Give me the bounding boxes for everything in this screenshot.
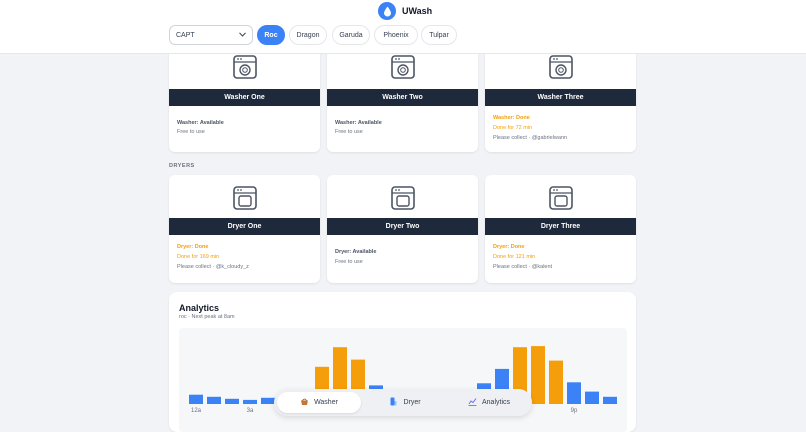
washer-icon xyxy=(169,54,320,80)
chevron-down-icon xyxy=(239,31,246,39)
usage-chart: 12a 3a 9p xyxy=(179,328,627,432)
machine-status: Dryer: Available xyxy=(335,249,377,255)
machine-status: Washer: Done xyxy=(493,115,530,121)
building-tab-dragon[interactable]: Dragon xyxy=(289,25,327,45)
building-tab-label: Roc xyxy=(264,31,278,39)
usage-bar xyxy=(531,346,545,404)
usage-bar xyxy=(567,382,581,404)
nav-analytics[interactable]: Analytics xyxy=(448,392,530,413)
building-tab-label: Dragon xyxy=(296,31,320,39)
building-tab-label: Tulpar xyxy=(429,31,449,39)
collect-note: Please collect · @k_cloudy_z xyxy=(177,264,249,270)
usage-bar xyxy=(207,396,221,404)
machine-name: Washer Three xyxy=(485,89,636,106)
usage-bar xyxy=(189,394,203,404)
building-tab-roc[interactable]: Roc xyxy=(257,25,285,45)
machine-name: Washer Two xyxy=(327,89,478,106)
dryer-icon xyxy=(327,185,478,211)
nav-dryer[interactable]: Dryer xyxy=(364,392,446,413)
dryer-icon xyxy=(389,397,398,408)
dryer-icon xyxy=(169,185,320,211)
washer-card[interactable]: Washer Three Washer: Done Done for 72 mi… xyxy=(485,40,636,152)
usage-bar xyxy=(549,360,563,404)
building-group-select[interactable]: CAPT xyxy=(169,25,253,45)
washer-card[interactable]: Washer Two Washer: Available Free to use xyxy=(327,40,478,152)
dryer-card[interactable]: Dryer Three Dryer: Done Done for 121 min… xyxy=(485,175,636,283)
bottom-nav: Washer Dryer Analytics xyxy=(274,389,532,416)
dryer-icon xyxy=(485,185,636,211)
machine-detail: Free to use xyxy=(335,259,363,265)
machine-detail: Done for 169 min xyxy=(177,254,220,260)
building-tab-tulpar[interactable]: Tulpar xyxy=(421,25,457,45)
washer-card[interactable]: Washer One Washer: Available Free to use xyxy=(169,40,320,152)
machine-detail: Done for 121 min xyxy=(493,254,536,260)
collect-note: Please collect · @gabrielwann xyxy=(493,135,568,141)
machine-detail: Done for 72 min xyxy=(493,125,533,131)
usage-bar xyxy=(225,398,239,404)
machine-status: Dryer: Done xyxy=(493,244,525,250)
basket-icon xyxy=(300,397,309,408)
app-header: UWash CAPT Roc Dragon Garuda Phoenix Tul… xyxy=(0,0,806,54)
analytics-title: Analytics xyxy=(179,303,220,313)
x-tick-label: 3a xyxy=(247,408,254,414)
machine-status: Washer: Available xyxy=(335,120,382,126)
usage-bar xyxy=(585,391,599,404)
x-tick-label: 12a xyxy=(191,408,202,414)
washer-icon xyxy=(485,54,636,80)
usage-bar xyxy=(243,399,257,404)
collect-note: Please collect · @kalent xyxy=(493,264,553,270)
chart-icon xyxy=(468,397,477,408)
water-drop-icon xyxy=(378,2,396,20)
building-tab-label: Phoenix xyxy=(383,31,409,39)
usage-bar xyxy=(603,396,617,404)
dryer-card[interactable]: Dryer One Dryer: Done Done for 169 min P… xyxy=(169,175,320,283)
machine-name: Dryer One xyxy=(169,218,320,235)
machine-name: Washer One xyxy=(169,89,320,106)
usage-chart-svg: 12a 3a 9p xyxy=(189,346,617,414)
analytics-subtitle: roc · Next peak at 8am xyxy=(179,314,235,320)
usage-bar xyxy=(261,397,275,404)
washer-icon xyxy=(327,54,478,80)
building-tab-phoenix[interactable]: Phoenix xyxy=(374,25,418,45)
select-value: CAPT xyxy=(176,31,195,39)
machine-status: Washer: Available xyxy=(177,120,224,126)
machine-name: Dryer Two xyxy=(327,218,478,235)
nav-label: Washer xyxy=(314,399,338,406)
nav-washer[interactable]: Washer xyxy=(277,392,361,413)
building-tab-garuda[interactable]: Garuda xyxy=(332,25,370,45)
machine-detail: Free to use xyxy=(177,129,205,135)
x-tick-label: 9p xyxy=(571,408,578,414)
machine-detail: Free to use xyxy=(335,129,363,135)
app-name: UWash xyxy=(402,6,433,16)
machine-name: Dryer Three xyxy=(485,218,636,235)
building-tab-label: Garuda xyxy=(339,31,363,39)
machine-status: Dryer: Done xyxy=(177,244,209,250)
section-label-dryers: DRYERS xyxy=(169,163,195,169)
nav-label: Analytics xyxy=(481,399,510,406)
dryer-card[interactable]: Dryer Two Dryer: Available Free to use xyxy=(327,175,478,283)
brand: UWash xyxy=(378,2,432,20)
nav-label: Dryer xyxy=(403,399,421,406)
